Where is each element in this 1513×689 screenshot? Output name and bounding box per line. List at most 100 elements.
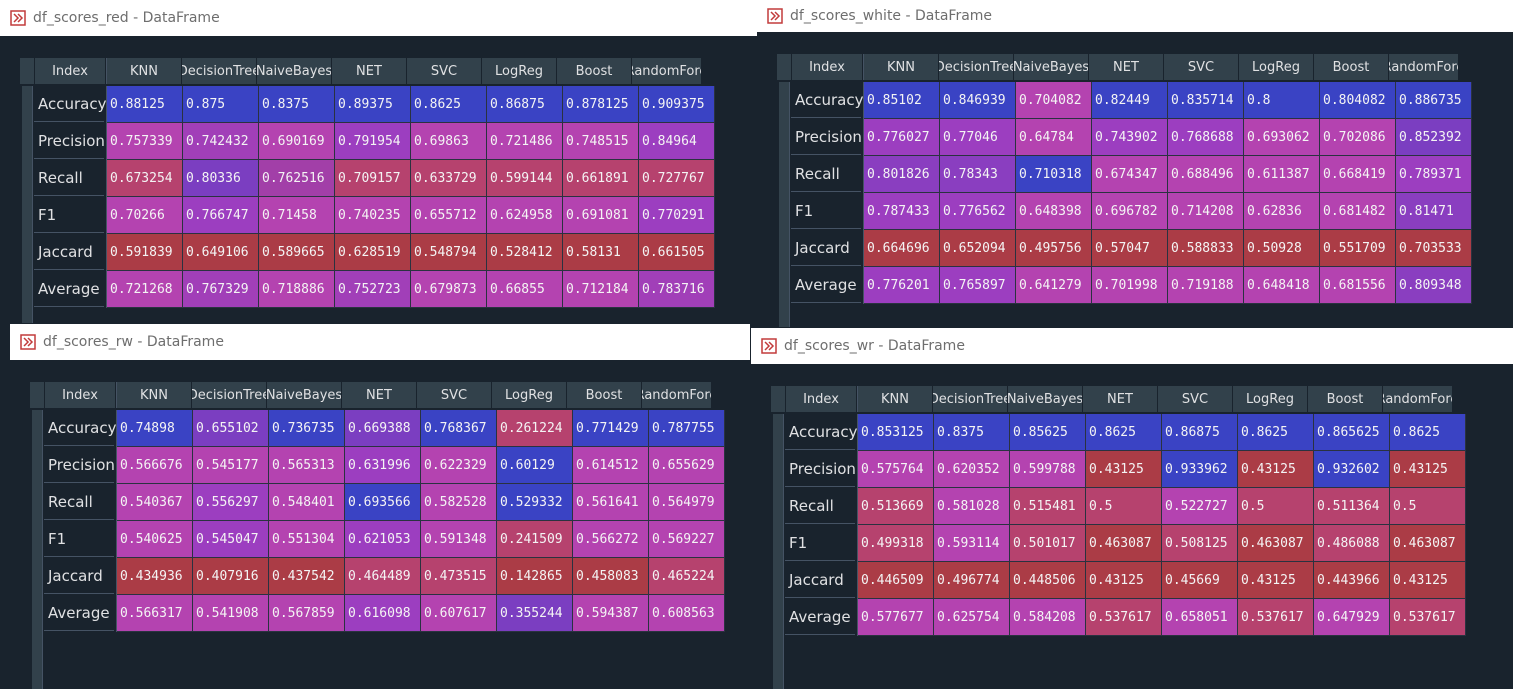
row-header-recall[interactable]: Recall	[791, 156, 861, 192]
table-cell[interactable]: 0.668419	[1320, 156, 1396, 193]
table-cell[interactable]: 0.655712	[411, 197, 487, 234]
column-header-naivebayes[interactable]: NaiveBayes	[257, 58, 332, 84]
table-cell[interactable]: 0.748515	[563, 123, 639, 160]
table-cell[interactable]: 0.664696	[864, 230, 940, 267]
row-header-accuracy[interactable]: Accuracy	[785, 414, 857, 450]
table-cell[interactable]: 0.71458	[259, 197, 335, 234]
table-cell[interactable]: 0.690169	[259, 123, 335, 160]
table-cell[interactable]: 0.835714	[1168, 82, 1244, 119]
table-cell[interactable]: 0.463087	[1390, 525, 1466, 562]
table-cell[interactable]: 0.86875	[1162, 414, 1238, 451]
table-cell[interactable]: 0.58131	[563, 234, 639, 271]
table-cell[interactable]: 0.594387	[573, 595, 649, 632]
table-cell[interactable]: 0.8375	[934, 414, 1010, 451]
table-cell[interactable]: 0.768367	[421, 410, 497, 447]
table-cell[interactable]: 0.81471	[1396, 193, 1472, 230]
table-cell[interactable]: 0.566676	[117, 447, 193, 484]
row-header-f1[interactable]: F1	[34, 197, 104, 233]
table-cell[interactable]: 0.528412	[487, 234, 563, 271]
table-cell[interactable]: 0.43125	[1238, 451, 1314, 488]
table-cell[interactable]: 0.742432	[183, 123, 259, 160]
table-cell[interactable]: 0.591839	[107, 234, 183, 271]
table-cell[interactable]: 0.661891	[563, 160, 639, 197]
table-cell[interactable]: 0.78343	[940, 156, 1016, 193]
table-cell[interactable]: 0.789371	[1396, 156, 1472, 193]
table-cell[interactable]: 0.499318	[858, 525, 934, 562]
table-cell[interactable]: 0.674347	[1092, 156, 1168, 193]
table-cell[interactable]: 0.933962	[1162, 451, 1238, 488]
column-header-knn[interactable]: KNN	[107, 58, 182, 84]
table-cell[interactable]: 0.89375	[335, 86, 411, 123]
table-cell[interactable]: 0.545177	[193, 447, 269, 484]
table-cell[interactable]: 0.463087	[1086, 525, 1162, 562]
row-header-recall[interactable]: Recall	[44, 484, 114, 520]
table-cell[interactable]: 0.43125	[1390, 451, 1466, 488]
table-cell[interactable]: 0.771429	[573, 410, 649, 447]
table-cell[interactable]: 0.787433	[864, 193, 940, 230]
table-cell[interactable]: 0.50928	[1244, 230, 1320, 267]
table-cell[interactable]: 0.607617	[421, 595, 497, 632]
column-header-naivebayes[interactable]: NaiveBayes	[267, 382, 342, 408]
row-header-f1[interactable]: F1	[44, 521, 114, 557]
column-header-boost[interactable]: Boost	[557, 58, 632, 84]
table-cell[interactable]: 0.581028	[934, 488, 1010, 525]
table-cell[interactable]: 0.448506	[1010, 562, 1086, 599]
window-titlebar[interactable]: df_scores_white - DataFrame	[757, 0, 1513, 32]
row-header-accuracy[interactable]: Accuracy	[791, 82, 863, 118]
table-cell[interactable]: 0.852392	[1396, 119, 1472, 156]
table-cell[interactable]: 0.714208	[1168, 193, 1244, 230]
table-cell[interactable]: 0.582528	[421, 484, 497, 521]
table-cell[interactable]: 0.8625	[1086, 414, 1162, 451]
column-header-net[interactable]: NET	[332, 58, 407, 84]
table-cell[interactable]: 0.508125	[1162, 525, 1238, 562]
row-header-average[interactable]: Average	[44, 595, 114, 631]
table-cell[interactable]: 0.719188	[1168, 267, 1244, 304]
table-cell[interactable]: 0.633729	[411, 160, 487, 197]
table-cell[interactable]: 0.355244	[497, 595, 573, 632]
column-header-knn[interactable]: KNN	[864, 54, 939, 80]
table-cell[interactable]: 0.66855	[487, 271, 563, 308]
table-cell[interactable]: 0.464489	[345, 558, 421, 595]
table-cell[interactable]: 0.566272	[573, 521, 649, 558]
table-cell[interactable]: 0.43125	[1238, 562, 1314, 599]
column-header-logreg[interactable]: LogReg	[1233, 386, 1308, 412]
table-cell[interactable]: 0.614512	[573, 447, 649, 484]
column-header-decisiontree[interactable]: DecisionTree	[192, 382, 267, 408]
table-cell[interactable]: 0.496774	[934, 562, 1010, 599]
table-cell[interactable]: 0.768688	[1168, 119, 1244, 156]
table-cell[interactable]: 0.540625	[117, 521, 193, 558]
table-cell[interactable]: 0.752723	[335, 271, 411, 308]
table-cell[interactable]: 0.710318	[1016, 156, 1092, 193]
table-cell[interactable]: 0.80336	[183, 160, 259, 197]
table-cell[interactable]: 0.622329	[421, 447, 497, 484]
row-header-accuracy[interactable]: Accuracy	[34, 86, 106, 122]
table-cell[interactable]: 0.8	[1244, 82, 1320, 119]
column-header-svc[interactable]: SVC	[1158, 386, 1233, 412]
column-header-decisiontree[interactable]: DecisionTree	[939, 54, 1014, 80]
table-cell[interactable]: 0.537617	[1390, 599, 1466, 636]
column-header-randomfore[interactable]: RandomFore	[632, 58, 702, 84]
table-cell[interactable]: 0.8625	[1238, 414, 1314, 451]
row-header-jaccard[interactable]: Jaccard	[34, 234, 104, 270]
row-header-average[interactable]: Average	[791, 267, 861, 303]
row-header-precision[interactable]: Precision	[34, 123, 105, 159]
column-header-decisiontree[interactable]: DecisionTree	[933, 386, 1008, 412]
table-cell[interactable]: 0.45669	[1162, 562, 1238, 599]
table-cell[interactable]: 0.721486	[487, 123, 563, 160]
table-cell[interactable]: 0.909375	[639, 86, 715, 123]
row-header-jaccard[interactable]: Jaccard	[791, 230, 861, 266]
table-cell[interactable]: 0.599788	[1010, 451, 1086, 488]
table-cell[interactable]: 0.846939	[940, 82, 1016, 119]
table-cell[interactable]: 0.84964	[639, 123, 715, 160]
table-cell[interactable]: 0.575764	[858, 451, 934, 488]
table-cell[interactable]: 0.801826	[864, 156, 940, 193]
column-header-naivebayes[interactable]: NaiveBayes	[1008, 386, 1083, 412]
table-cell[interactable]: 0.776562	[940, 193, 1016, 230]
table-cell[interactable]: 0.446509	[858, 562, 934, 599]
row-header-recall[interactable]: Recall	[785, 488, 855, 524]
table-cell[interactable]: 0.767329	[183, 271, 259, 308]
table-cell[interactable]: 0.551709	[1320, 230, 1396, 267]
table-cell[interactable]: 0.537617	[1238, 599, 1314, 636]
table-cell[interactable]: 0.43125	[1086, 562, 1162, 599]
table-cell[interactable]: 0.513669	[858, 488, 934, 525]
